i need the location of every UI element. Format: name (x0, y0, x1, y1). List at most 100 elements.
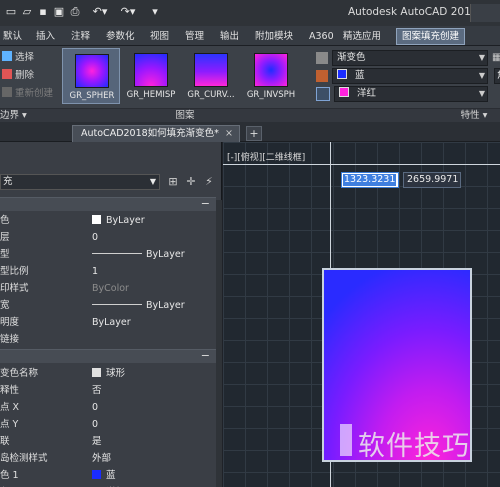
qa-dropdown-icon[interactable]: ▾ (148, 5, 162, 19)
tab-manage[interactable]: 管理 (185, 29, 204, 44)
pattern-gr-spher[interactable]: GR_SPHER (62, 48, 120, 104)
pattern-gr-curved[interactable]: GR_CURV... (182, 48, 240, 104)
pattern-scale-icon[interactable]: ▦ (492, 52, 500, 63)
property-value[interactable]: 球形 (92, 365, 125, 382)
property-value[interactable]: ByLayer (92, 246, 185, 263)
tab-parametric[interactable]: 参数化 (106, 29, 135, 44)
remove-icon (2, 69, 12, 79)
save-icon[interactable]: ▪ (36, 5, 50, 19)
property-value-text: 球形 (106, 368, 126, 379)
property-row[interactable]: 宽 ByLayer (0, 297, 216, 314)
pattern-gr-invsph[interactable]: GR_INVSPH (242, 48, 300, 104)
color1-icon (316, 70, 328, 82)
color2-toggle-icon[interactable] (316, 87, 330, 101)
tab-featured[interactable]: 精选应用 (343, 29, 381, 44)
color-chip-magenta (339, 87, 349, 97)
property-row[interactable]: 明度 ByLayer (0, 314, 216, 331)
property-row[interactable]: 色 1 蓝 (0, 467, 216, 484)
open-folder-icon[interactable]: ▱ (20, 5, 34, 19)
section-general[interactable]: − (0, 197, 216, 211)
hatch-type-select[interactable]: 渐变色 ▼ (332, 50, 488, 66)
document-tab[interactable]: AutoCAD2018如何填充渐变色* × (72, 125, 240, 142)
boundary-panel-label[interactable]: 边界 ▾ (0, 109, 40, 123)
property-value-text: ByLayer (146, 300, 185, 311)
palette-scrollbar[interactable] (216, 200, 222, 487)
property-value[interactable]: 1 (92, 263, 98, 280)
color-chip-blue (337, 69, 347, 79)
toggle-pickadd-icon[interactable]: ⊞ (166, 175, 180, 189)
property-value-text: 外部 (92, 453, 112, 464)
section-pattern[interactable]: − (0, 349, 216, 363)
property-key: 层 (0, 232, 10, 243)
property-value[interactable]: 0 (92, 416, 98, 433)
print-icon[interactable]: ⎙ (68, 5, 82, 19)
tab-a360[interactable]: A360 (309, 29, 334, 44)
property-row[interactable]: 层0 (0, 229, 216, 246)
redo-icon[interactable]: ↷▾ (118, 5, 138, 19)
collapse-icon[interactable]: − (201, 197, 210, 210)
property-row[interactable]: 变色名称 球形 (0, 365, 216, 382)
gradient-color2-select[interactable]: 洋红 ▼ (334, 86, 488, 102)
collapse-icon[interactable]: − (201, 349, 210, 362)
property-row[interactable]: 联是 (0, 433, 216, 450)
viewport-controls[interactable]: [-][俯视][二维线框] (227, 150, 305, 163)
properties-panel-label[interactable]: 特性 ▾ (452, 109, 496, 123)
property-value[interactable]: 否 (92, 382, 102, 399)
property-key: 宽 (0, 300, 10, 311)
property-value[interactable]: 外部 (92, 450, 111, 467)
gradient-swatch (194, 53, 228, 87)
property-value[interactable]: 0 (92, 399, 98, 416)
property-value[interactable]: ByColor (92, 280, 129, 297)
property-row[interactable]: 型比例 1 (0, 263, 216, 280)
property-value-text: 0 (92, 419, 99, 430)
tab-output[interactable]: 输出 (220, 29, 239, 44)
property-row[interactable]: 点 Y 0 (0, 416, 216, 433)
property-row[interactable]: 释性 否 (0, 382, 216, 399)
property-value[interactable]: ByLayer (92, 297, 185, 314)
new-file-icon[interactable]: ▭ (4, 5, 18, 19)
property-row[interactable]: 印样式 ByColor (0, 280, 216, 297)
tab-home[interactable]: 默认 (3, 29, 22, 44)
property-row[interactable]: 色 ByLayer (0, 212, 216, 229)
quick-select-icon[interactable]: ⚡ (202, 175, 216, 189)
property-value-text: ByLayer (92, 317, 131, 328)
dynamic-input-x[interactable]: 1323.3231 (341, 172, 399, 188)
property-key: 色 1 (0, 470, 19, 481)
property-value[interactable]: ByLayer (92, 212, 145, 229)
property-value[interactable]: 蓝 (92, 467, 116, 484)
gradient-color1-select[interactable]: 蓝 ▼ (332, 68, 488, 84)
property-key: 变色名称 (0, 368, 39, 379)
dynamic-input-y[interactable]: 2659.9971 (403, 172, 461, 188)
property-value-text: ByLayer (106, 215, 145, 226)
tab-view[interactable]: 视图 (150, 29, 169, 44)
tab-hatch-creation[interactable]: 图案填充创建 (396, 28, 466, 45)
property-row[interactable]: 点 X 0 (0, 399, 216, 416)
search-input[interactable] (470, 4, 500, 22)
pick-points-button[interactable]: 选择 (2, 50, 34, 66)
close-icon[interactable]: × (225, 126, 233, 142)
property-key: 印样式 (0, 283, 29, 294)
property-value-text: 0 (92, 232, 99, 243)
select-objects-icon[interactable]: ✛ (184, 175, 198, 189)
tab-addins[interactable]: 附加模块 (255, 29, 293, 44)
remove-boundary-button[interactable]: 删除 (2, 68, 34, 84)
gradient-swatch (134, 53, 168, 87)
chevron-down-icon: ▼ (478, 71, 485, 80)
property-value[interactable]: 是 (92, 433, 102, 450)
property-row[interactable]: 岛检测样式 外部 (0, 450, 216, 467)
tab-annotate[interactable]: 注释 (71, 29, 90, 44)
document-tab-strip: AutoCAD2018如何填充渐变色* × + (0, 122, 500, 142)
recreate-boundary-button[interactable]: 重新创建 (2, 86, 53, 102)
tab-insert[interactable]: 插入 (36, 29, 55, 44)
save-as-icon[interactable]: ▣ (52, 5, 66, 19)
watermark-logo (340, 424, 352, 456)
object-type-select[interactable]: 充 ▼ (0, 174, 160, 190)
property-row[interactable]: 型 ByLayer (0, 246, 216, 263)
property-value[interactable]: 0 (92, 229, 98, 246)
property-row[interactable]: 链接 (0, 331, 216, 348)
angle-field[interactable]: 角度 (494, 68, 500, 84)
property-value[interactable]: ByLayer (92, 314, 131, 331)
pattern-gr-hemisp[interactable]: GR_HEMISP (122, 48, 180, 104)
new-tab-button[interactable]: + (246, 126, 262, 141)
undo-icon[interactable]: ↶▾ (90, 5, 110, 19)
